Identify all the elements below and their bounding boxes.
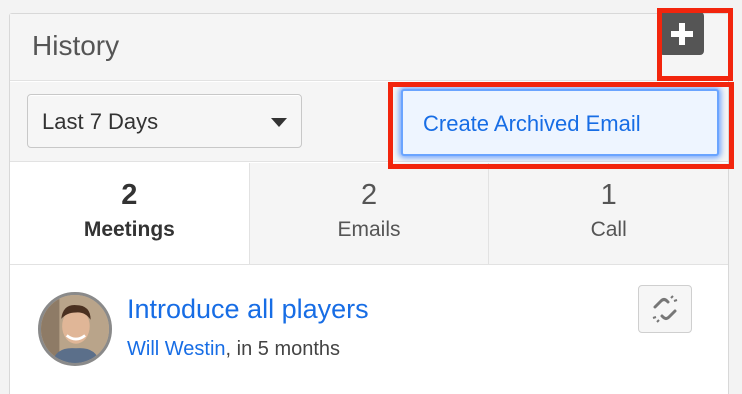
tab-count: 1 xyxy=(600,179,617,211)
tab-label: Emails xyxy=(337,218,401,241)
date-range-select[interactable]: Last 7 Days xyxy=(27,94,302,148)
tab-label: Call xyxy=(590,218,627,241)
chevron-down-icon xyxy=(271,118,287,127)
add-dropdown-menu: Create Archived Email xyxy=(401,89,719,156)
tab-label: Meetings xyxy=(83,218,175,241)
date-range-value: Last 7 Days xyxy=(42,109,159,134)
unlink-icon xyxy=(652,295,678,323)
meeting-title-link[interactable]: Introduce all players xyxy=(127,294,369,325)
tab-count: 2 xyxy=(360,179,378,211)
avatar[interactable] xyxy=(38,292,112,366)
create-archived-email-item[interactable]: Create Archived Email xyxy=(423,111,641,137)
tab-count: 2 xyxy=(121,179,138,211)
add-button[interactable] xyxy=(659,12,704,55)
tab-meetings[interactable]: 2 Meetings xyxy=(10,163,249,264)
history-dashlet: History Last 7 Days 2 Meetings 2 Emails … xyxy=(9,13,729,394)
unlink-button[interactable] xyxy=(638,285,692,333)
dashlet-header: History xyxy=(10,14,728,81)
list-item: Introduce all players Will Westin, in 5 … xyxy=(10,266,728,394)
item-time: , in 5 months xyxy=(225,338,341,360)
plus-icon xyxy=(670,22,693,45)
assigned-user-link[interactable]: Will Westin xyxy=(127,338,226,360)
history-tabs: 2 Meetings 2 Emails 1 Call xyxy=(10,163,729,265)
tab-emails[interactable]: 2 Emails xyxy=(248,163,489,264)
tab-calls[interactable]: 1 Call xyxy=(488,163,729,264)
person-photo-icon xyxy=(41,295,109,363)
item-meta: Will Westin, in 5 months xyxy=(127,338,340,361)
dashlet-title: History xyxy=(32,30,120,61)
